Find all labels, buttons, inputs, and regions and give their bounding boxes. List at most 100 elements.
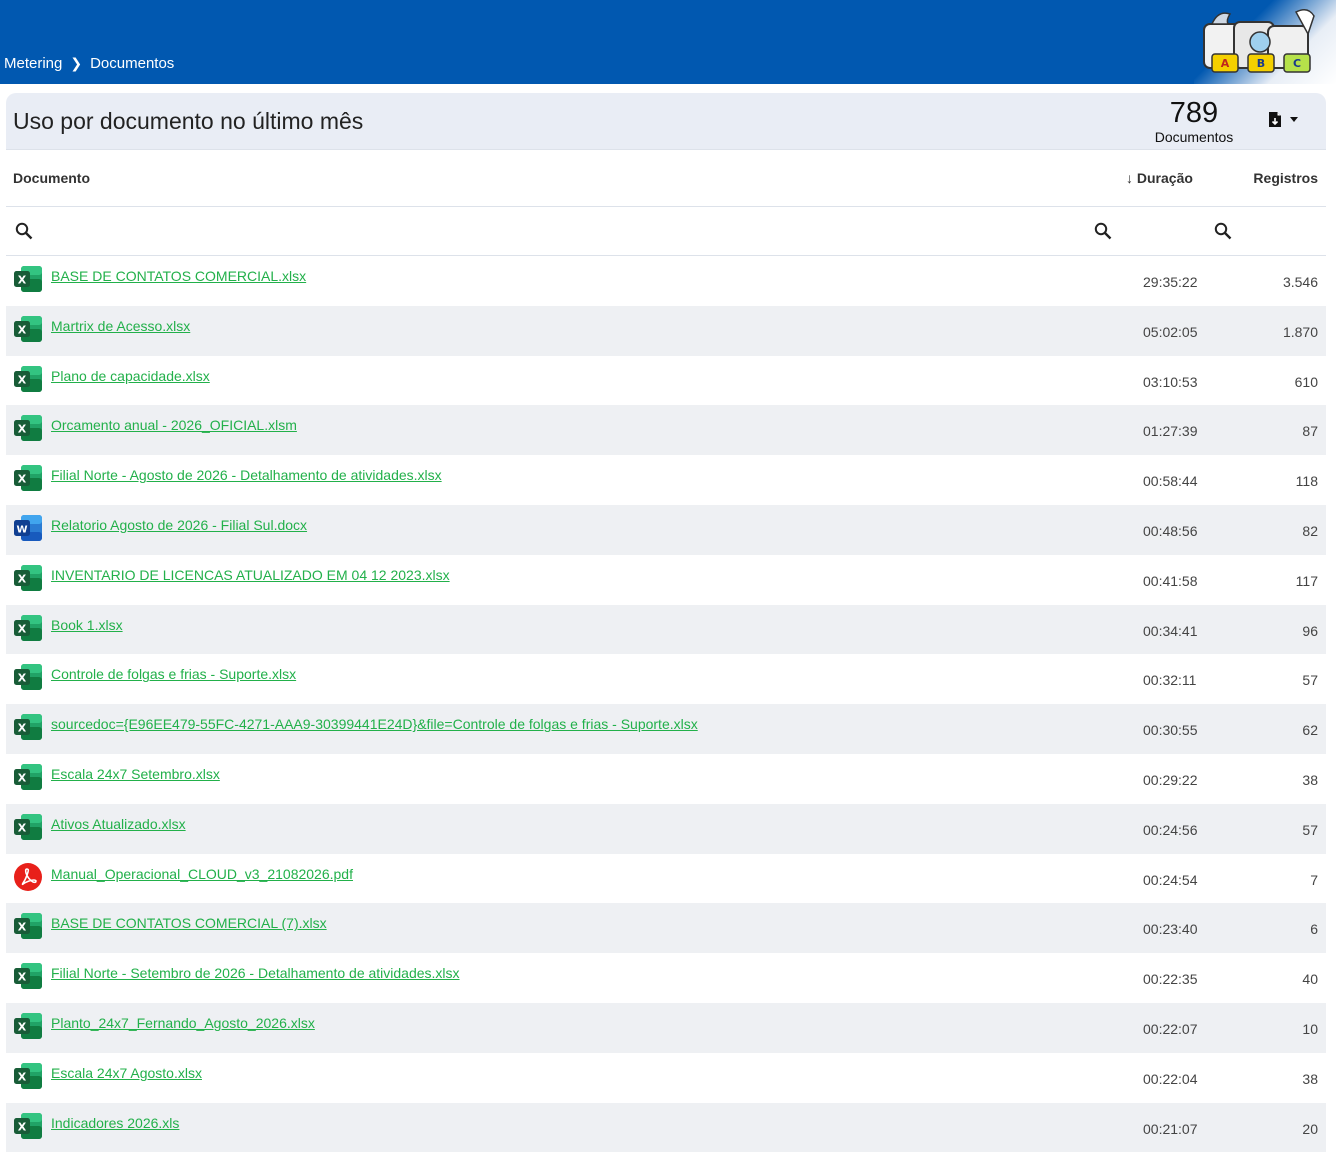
document-link[interactable]: Filial Norte - Agosto de 2026 - Detalham… [51, 467, 442, 483]
document-link[interactable]: Orcamento anual - 2026_OFICIAL.xlsm [51, 417, 297, 433]
document-usage-panel: Uso por documento no último mês 789 Docu… [6, 93, 1326, 1153]
duration-cell: 01:27:39 [1143, 423, 1198, 440]
excel-file-icon: X [13, 712, 43, 742]
svg-text:X: X [18, 622, 27, 635]
document-link[interactable]: Book 1.xlsx [51, 617, 123, 633]
duration-cell: 00:22:04 [1143, 1070, 1198, 1087]
records-cell: 10 [1302, 1020, 1318, 1037]
excel-file-icon: X [13, 613, 43, 643]
records-cell: 1.870 [1282, 323, 1318, 340]
document-link[interactable]: Planto_24x7_Fernando_Agosto_2026.xlsx [51, 1015, 315, 1031]
svg-text:X: X [18, 1020, 27, 1033]
caret-down-icon [1290, 117, 1298, 122]
document-link[interactable]: Indicadores 2026.xls [51, 1115, 179, 1131]
duration-cell: 03:10:53 [1143, 373, 1198, 390]
document-link[interactable]: Escala 24x7 Agosto.xlsx [51, 1065, 202, 1081]
duration-cell: 29:35:22 [1143, 274, 1198, 290]
document-link[interactable]: Controle de folgas e frias - Suporte.xls… [51, 666, 296, 682]
table-row: X BASE DE CONTATOS COMERCIAL.xlsx 29:35:2… [6, 256, 1326, 306]
excel-file-icon: X [13, 762, 43, 792]
document-table-body: X BASE DE CONTATOS COMERCIAL.xlsx 29:35:2… [6, 256, 1326, 1153]
pdf-file-icon [13, 862, 43, 892]
records-cell: 7 [1310, 871, 1318, 888]
svg-text:X: X [18, 672, 27, 685]
records-cell: 38 [1302, 1070, 1318, 1087]
column-duracao[interactable]: ↓ Duração [1126, 170, 1193, 186]
document-link[interactable]: Martrix de Acesso.xlsx [51, 318, 190, 334]
excel-file-icon: X [13, 413, 43, 443]
document-counter: 789 Documentos [1154, 97, 1234, 145]
duration-cell: 00:30:55 [1143, 722, 1198, 739]
records-cell: 117 [1295, 572, 1318, 589]
excel-file-icon: X [13, 1061, 43, 1091]
breadcrumb: Metering ❯ Documentos [4, 55, 174, 72]
document-link[interactable]: BASE DE CONTATOS COMERCIAL.xlsx [51, 268, 306, 284]
document-link[interactable]: INVENTARIO DE LICENCAS ATUALIZADO EM 04 … [51, 567, 450, 583]
folders-abc-logo-icon: A B C [1203, 9, 1315, 73]
column-registros[interactable]: Registros [1253, 170, 1318, 186]
table-row: X Escala 24x7 Agosto.xlsx 00:22:04 38 [6, 1053, 1326, 1103]
excel-file-icon: X [13, 314, 43, 344]
top-bar: Metering ❯ Documentos A B C [0, 0, 1336, 84]
table-row: W Relatorio Agosto de 2026 - Filial Sul.… [6, 504, 1326, 555]
records-cell: 6 [1310, 921, 1318, 938]
svg-text:X: X [18, 921, 27, 934]
records-cell: 40 [1302, 971, 1318, 988]
excel-file-icon: X [13, 1111, 43, 1141]
breadcrumb-metering[interactable]: Metering [4, 55, 62, 72]
document-link[interactable]: BASE DE CONTATOS COMERCIAL (7).xlsx [51, 915, 327, 931]
document-link[interactable]: Filial Norte - Setembro de 2026 - Detalh… [51, 965, 460, 981]
column-documento[interactable]: Documento [13, 170, 90, 186]
table-row: X BASE DE CONTATOS COMERCIAL (7).xlsx 00:… [6, 903, 1326, 954]
duration-cell: 00:58:44 [1143, 473, 1198, 490]
document-link[interactable]: Relatorio Agosto de 2026 - Filial Sul.do… [51, 517, 307, 533]
svg-text:X: X [18, 722, 27, 735]
table-row: X Filial Norte - Agosto de 2026 - Detalh… [6, 455, 1326, 505]
excel-file-icon: X [13, 364, 43, 394]
excel-file-icon: X [13, 1011, 43, 1041]
table-row: X Orcamento anual - 2026_OFICIAL.xlsm 01:… [6, 405, 1326, 456]
records-cell: 3.546 [1282, 274, 1318, 290]
records-cell: 38 [1302, 771, 1318, 788]
svg-text:X: X [18, 323, 27, 336]
sort-arrow-down-icon: ↓ [1126, 170, 1133, 186]
document-link[interactable]: Plano de capacidade.xlsx [51, 368, 210, 384]
table-row: X Indicadores 2026.xls 00:21:07 20 [6, 1102, 1326, 1153]
document-link[interactable]: sourcedoc={E96EE479-55FC-4271-AAA9-30399… [51, 716, 698, 732]
svg-text:X: X [18, 1120, 27, 1133]
table-row: X INVENTARIO DE LICENCAS ATUALIZADO EM 0… [6, 555, 1326, 605]
excel-file-icon: X [13, 563, 43, 593]
document-link[interactable]: Ativos Atualizado.xlsx [51, 816, 186, 832]
excel-file-icon: X [13, 911, 43, 941]
svg-text:X: X [18, 821, 27, 834]
svg-text:X: X [18, 1070, 27, 1083]
excel-file-icon: X [13, 264, 43, 294]
table-row: X Planto_24x7_Fernando_Agosto_2026.xlsx 0… [6, 1002, 1326, 1053]
duration-cell: 00:48:56 [1143, 522, 1198, 539]
table-row: X Ativos Atualizado.xlsx 00:24:56 57 [6, 803, 1326, 854]
records-cell: 82 [1302, 522, 1318, 539]
duration-cell: 05:02:05 [1143, 323, 1198, 340]
search-duracao-icon[interactable] [1094, 222, 1112, 240]
duration-cell: 00:24:54 [1143, 871, 1198, 888]
records-cell: 118 [1295, 473, 1318, 490]
table-row: X Filial Norte - Setembro de 2026 - Deta… [6, 953, 1326, 1003]
table-header: Documento ↓ Duração Registros [6, 150, 1326, 207]
duration-cell: 00:29:22 [1143, 771, 1198, 788]
excel-file-icon: X [13, 812, 43, 842]
search-documento-icon[interactable] [15, 222, 33, 240]
document-link[interactable]: Escala 24x7 Setembro.xlsx [51, 766, 220, 782]
document-count-label: Documentos [1154, 129, 1234, 145]
records-cell: 57 [1302, 672, 1318, 689]
export-button[interactable] [1268, 111, 1298, 128]
records-cell: 610 [1294, 373, 1318, 390]
logo-letter-c: C [1293, 57, 1301, 70]
table-row: X Escala 24x7 Setembro.xlsx 00:29:22 38 [6, 754, 1326, 804]
excel-file-icon: X [13, 463, 43, 493]
search-registros-icon[interactable] [1214, 222, 1232, 240]
document-link[interactable]: Manual_Operacional_CLOUD_v3_21082026.pdf [51, 866, 353, 882]
records-cell: 62 [1302, 722, 1318, 739]
column-duracao-label: Duração [1136, 170, 1193, 186]
panel-title: Uso por documento no último mês [13, 108, 364, 134]
table-row: X Book 1.xlsx 00:34:41 96 [6, 604, 1326, 655]
